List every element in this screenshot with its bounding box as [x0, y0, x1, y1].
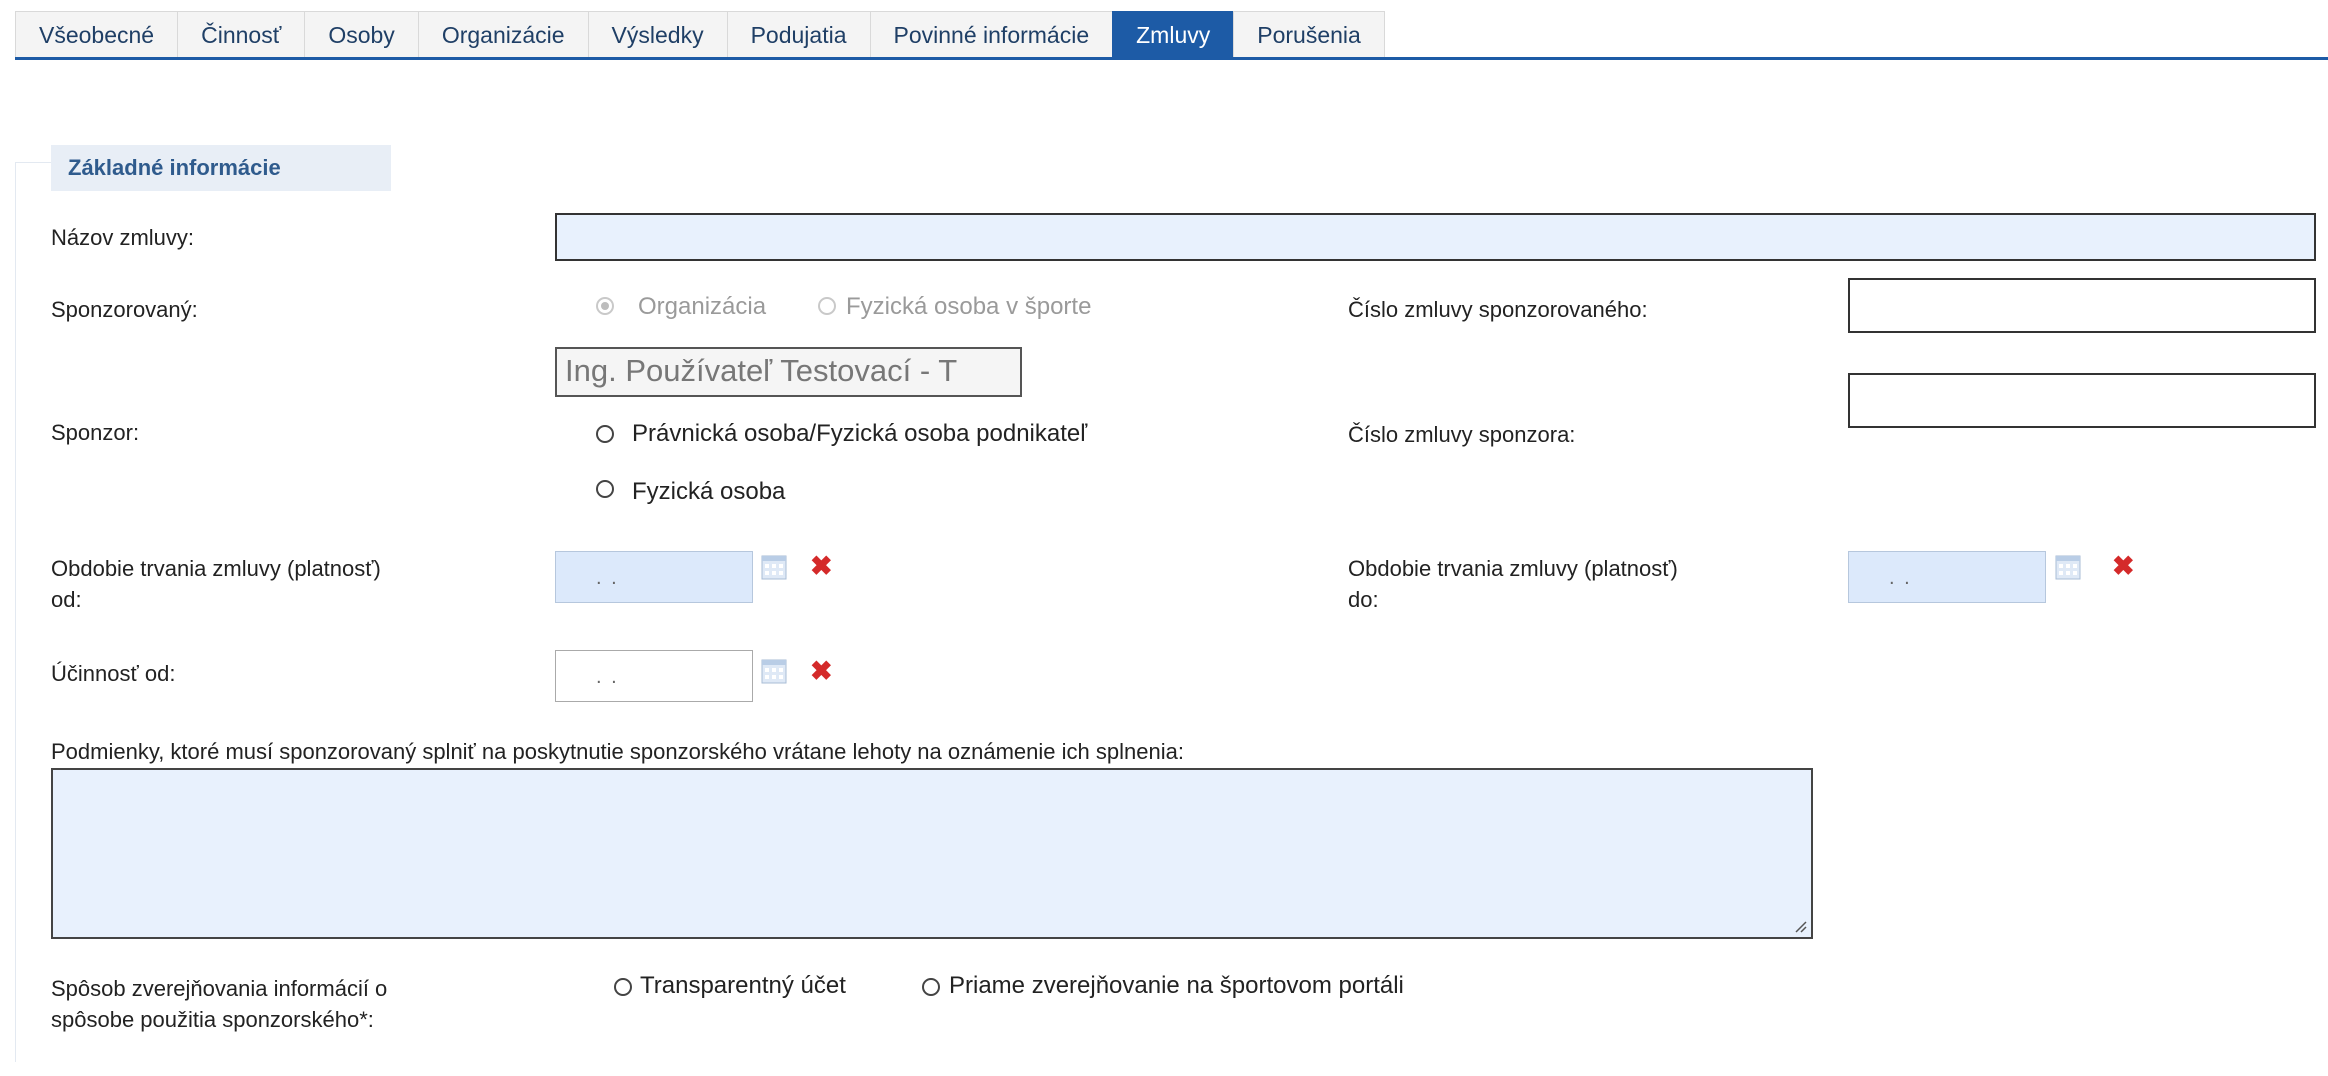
resize-grip-icon[interactable] [1793, 919, 1807, 933]
period-to-label: Obdobie trvania zmluvy (platnosť) [1348, 556, 1678, 581]
effective-from-date-input[interactable]: . . [555, 650, 753, 702]
clear-date-icon[interactable]: ✖ [2112, 553, 2135, 580]
contract-name-input[interactable] [555, 213, 2316, 261]
sponsor-legal-entity-label: Právnická osoba/Fyzická osoba podnikateľ [632, 420, 1088, 447]
sponsor-contract-number-label: Číslo zmluvy sponzora: [1348, 422, 1576, 447]
clear-date-icon[interactable]: ✖ [810, 553, 833, 580]
period-from-date-input[interactable]: . . [555, 551, 753, 603]
tab-vseobecne[interactable]: Všeobecné [15, 11, 179, 57]
fieldset-border-top [15, 162, 51, 163]
sponsor-contract-number-input[interactable] [1848, 373, 2316, 428]
conditions-textarea[interactable] [51, 768, 1813, 939]
calendar-icon[interactable] [761, 658, 787, 684]
section-legend: Základné informácie [51, 145, 391, 191]
period-to-label-suffix: do: [1348, 587, 1379, 612]
conditions-label: Podmienky, ktoré musí sponzorovaný splni… [51, 739, 1184, 764]
period-to-date-input[interactable]: . . [1848, 551, 2046, 603]
sponsored-organization-label: Organizácia [638, 293, 767, 320]
clear-date-icon[interactable]: ✖ [810, 658, 833, 685]
tab-osoby[interactable]: Osoby [304, 11, 419, 57]
sponsor-natural-person-radio[interactable] [596, 480, 614, 498]
disclosure-portal-radio[interactable] [922, 978, 940, 996]
sponsor-label: Sponzor: [51, 420, 140, 445]
tab-porusenia[interactable]: Porušenia [1233, 11, 1385, 57]
sponsored-person-radio[interactable] [818, 297, 836, 315]
disclosure-transparent-account-label: Transparentný účet [640, 972, 846, 999]
sponsored-contract-number-input[interactable] [1848, 278, 2316, 333]
disclosure-portal-label: Priame zverejňovanie na športovom portál… [949, 972, 1404, 999]
tab-cinnost[interactable]: Činnosť [177, 11, 306, 57]
disclosure-transparent-account-radio[interactable] [614, 978, 632, 996]
sponsored-person-label: Fyzická osoba v športe [846, 293, 1092, 320]
sponsor-legal-entity-radio[interactable] [596, 425, 614, 443]
sponsored-label: Sponzorovaný: [51, 297, 198, 322]
tab-organizacie[interactable]: Organizácie [417, 11, 589, 57]
calendar-icon[interactable] [2055, 554, 2081, 580]
sponsored-name-field: Ing. Používateľ Testovací - T [555, 347, 1022, 397]
fieldset-border [15, 162, 16, 1062]
tab-underline [15, 57, 2328, 60]
period-from-label-suffix: od: [51, 587, 82, 612]
tab-vysledky[interactable]: Výsledky [587, 11, 728, 57]
sponsor-natural-person-label: Fyzická osoba [632, 478, 786, 505]
contract-name-label: Názov zmluvy: [51, 225, 195, 250]
disclosure-method-label-line2: spôsobe použitia sponzorského*: [51, 1007, 374, 1032]
disclosure-method-label: Spôsob zverejňovania informácií o [51, 976, 388, 1001]
tab-povinne-informacie[interactable]: Povinné informácie [869, 11, 1114, 57]
tab-bar: Všeobecné Činnosť Osoby Organizácie Výsl… [15, 11, 1385, 58]
effective-from-label: Účinnosť od: [51, 661, 176, 686]
sponsored-contract-number-label: Číslo zmluvy sponzorovaného: [1348, 297, 1648, 322]
calendar-icon[interactable] [761, 554, 787, 580]
tab-podujatia[interactable]: Podujatia [726, 11, 871, 57]
sponsored-organization-radio[interactable] [596, 297, 614, 315]
period-from-label: Obdobie trvania zmluvy (platnosť) [51, 556, 381, 581]
tab-zmluvy[interactable]: Zmluvy [1112, 11, 1235, 57]
